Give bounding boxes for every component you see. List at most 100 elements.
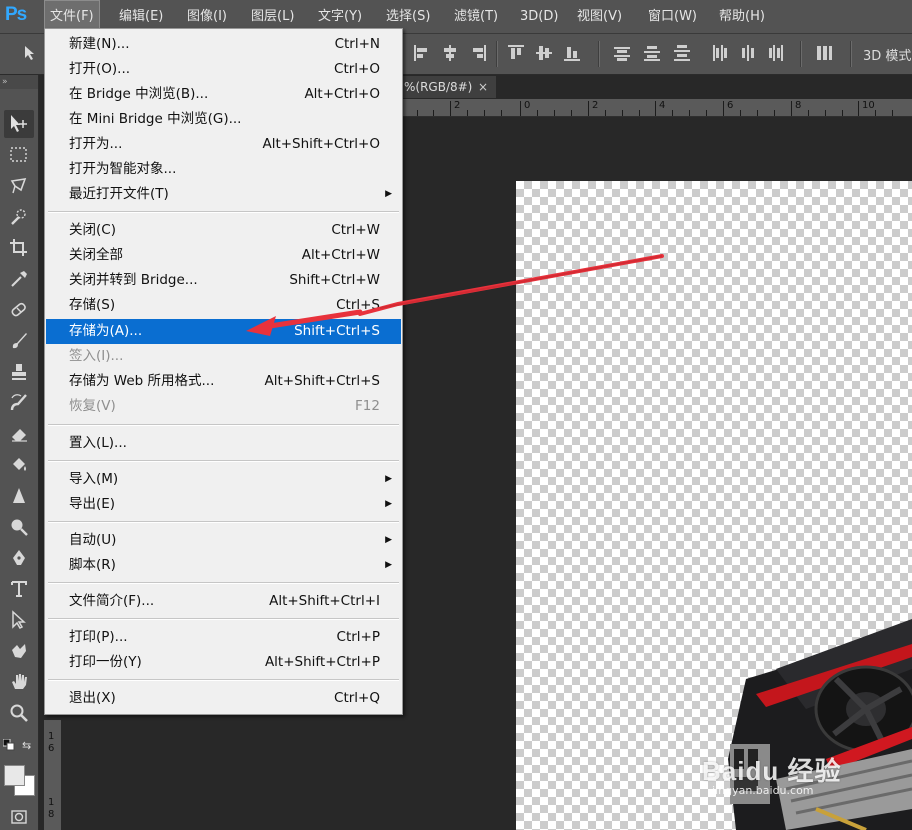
submenu-arrow-icon: ▶	[385, 535, 392, 545]
menu-separator	[48, 618, 399, 620]
quick-mask-icon[interactable]	[4, 805, 34, 827]
horizontal-ruler: 2 0 2 4 6 8 10	[403, 99, 912, 117]
ruler-label: 1	[48, 731, 55, 742]
foreground-color-swatch[interactable]	[4, 765, 25, 786]
eyedropper-tool-icon[interactable]	[4, 265, 34, 293]
auto-align-layers-icon[interactable]	[816, 44, 832, 62]
paint-bucket-tool-icon[interactable]	[4, 451, 34, 479]
menu-item-open-recent[interactable]: 最近打开文件(T) ▶	[46, 182, 401, 207]
menu-item-check-in: 签入(I)...	[69, 348, 124, 364]
menu-separator	[48, 582, 399, 584]
baidu-watermark: Baidu 经验	[702, 756, 842, 786]
swap-colors-icon[interactable]: ⇆	[22, 739, 34, 752]
tools-panel: » ⇆	[0, 75, 39, 830]
menu-item-save-as[interactable]: 存储为(A)... Shift+Ctrl+S	[46, 319, 401, 344]
separator	[496, 41, 498, 67]
align-vertical-centers-icon[interactable]	[536, 44, 552, 62]
align-top-edges-icon[interactable]	[508, 44, 524, 62]
history-brush-tool-icon[interactable]	[4, 389, 34, 417]
ruler-label: 6	[727, 100, 734, 111]
distribute-bottom-icon[interactable]	[674, 44, 690, 62]
menu-item-save[interactable]: 存储(S) Ctrl+S	[46, 293, 401, 318]
align-bottom-edges-icon[interactable]	[564, 44, 580, 62]
hand-tool-icon[interactable]	[4, 668, 34, 696]
menu-item-close-all[interactable]: 关闭全部 Alt+Ctrl+W	[46, 243, 401, 268]
path-selection-tool-icon[interactable]	[4, 606, 34, 634]
brush-tool-icon[interactable]	[4, 327, 34, 355]
3d-mode-label: 3D 模式	[863, 49, 912, 64]
separator	[598, 41, 600, 67]
submenu-arrow-icon: ▶	[385, 474, 392, 484]
dodge-tool-icon[interactable]	[4, 513, 34, 541]
distribute-left-icon[interactable]	[712, 44, 728, 62]
submenu-arrow-icon: ▶	[385, 560, 392, 570]
ruler-label: 2	[454, 100, 461, 111]
menu-separator	[48, 521, 399, 523]
separator	[800, 41, 802, 67]
menu-item-place[interactable]: 置入(L)...	[46, 431, 401, 456]
menu-item-file-info[interactable]: 文件简介(F)... Alt+Shift+Ctrl+I	[46, 589, 401, 614]
baidu-watermark-url: jingyan.baidu.com	[712, 784, 814, 797]
zoom-tool-icon[interactable]	[4, 699, 34, 727]
menu-item-open-as[interactable]: 打开为... Alt+Shift+Ctrl+O	[46, 132, 401, 157]
healing-brush-tool-icon[interactable]	[4, 296, 34, 324]
menu-item-open-as-smart-object[interactable]: 打开为智能对象...	[46, 157, 401, 182]
distribute-top-icon[interactable]	[614, 44, 630, 62]
menu-item-browse-in-bridge[interactable]: 在 Bridge 中浏览(B)... Alt+Ctrl+O	[46, 82, 401, 107]
crop-tool-icon[interactable]	[4, 234, 34, 262]
align-right-edges-icon[interactable]	[470, 44, 486, 62]
ruler-label: 0	[524, 100, 531, 111]
menu-item-print-one-copy[interactable]: 打印一份(Y) Alt+Shift+Ctrl+P	[46, 650, 401, 675]
distribute-horizontal-centers-icon[interactable]	[740, 44, 756, 62]
menu-item-new[interactable]: 新建(N)... Ctrl+N	[46, 32, 401, 57]
menu-item-save-for-web[interactable]: 存储为 Web 所用格式... Alt+Shift+Ctrl+S	[46, 369, 401, 394]
menu-3d[interactable]: 3D(D)	[515, 0, 563, 33]
custom-shape-tool-icon[interactable]	[4, 637, 34, 665]
menu-item-open[interactable]: 打开(O)... Ctrl+O	[46, 57, 401, 82]
menu-view[interactable]: 视图(V)	[572, 0, 627, 33]
quick-selection-tool-icon[interactable]	[4, 203, 34, 231]
distribute-right-icon[interactable]	[768, 44, 784, 62]
menu-separator	[48, 679, 399, 681]
distribute-vertical-centers-icon[interactable]	[644, 44, 660, 62]
menu-item-scripts[interactable]: 脚本(R) ▶	[46, 553, 401, 578]
document-tab-title: %(RGB/8#)	[404, 80, 473, 94]
menu-item-import[interactable]: 导入(M) ▶	[46, 467, 401, 492]
panel-collapse-grip[interactable]: »	[0, 75, 38, 89]
marquee-tool-icon[interactable]	[4, 141, 34, 169]
eraser-tool-icon[interactable]	[4, 420, 34, 448]
file-menu-dropdown: 新建(N)... Ctrl+N 打开(O)... Ctrl+O 在 Bridge 中…	[44, 28, 403, 715]
align-left-edges-icon[interactable]	[414, 44, 430, 62]
submenu-arrow-icon: ▶	[385, 499, 392, 509]
menu-window[interactable]: 窗口(W)	[643, 0, 702, 33]
menu-item-browse-in-mini-bridge[interactable]: 在 Mini Bridge 中浏览(G)...	[46, 107, 401, 132]
move-tool-icon[interactable]	[4, 110, 34, 138]
ruler-label: 1	[48, 797, 55, 808]
separator	[850, 41, 852, 67]
menu-separator	[48, 211, 399, 213]
default-colors-icon[interactable]	[2, 738, 15, 751]
menu-item-exit[interactable]: 退出(X) Ctrl+Q	[46, 686, 401, 711]
menu-help[interactable]: 帮助(H)	[714, 0, 770, 33]
menu-filter[interactable]: 滤镜(T)	[449, 0, 503, 33]
move-tool-preset-icon[interactable]	[22, 44, 38, 62]
lasso-tool-icon[interactable]	[4, 172, 34, 200]
align-horizontal-centers-icon[interactable]	[442, 44, 458, 62]
menu-item-print[interactable]: 打印(P)... Ctrl+P	[46, 625, 401, 650]
color-swatches[interactable]	[4, 765, 35, 796]
clone-stamp-tool-icon[interactable]	[4, 358, 34, 386]
pen-tool-icon[interactable]	[4, 544, 34, 572]
vertical-ruler: 1 6 1 8	[44, 720, 61, 830]
menu-separator	[48, 424, 399, 426]
close-document-icon[interactable]: ×	[478, 76, 488, 98]
menu-item-automate[interactable]: 自动(U) ▶	[46, 528, 401, 553]
menu-item-close-and-go-to-bridge[interactable]: 关闭并转到 Bridge... Shift+Ctrl+W	[46, 268, 401, 293]
photoshop-logo: Ps	[5, 4, 27, 25]
sharpen-tool-icon[interactable]	[4, 482, 34, 510]
document-canvas[interactable]: Baidu 经验 jingyan.baidu.com	[516, 181, 912, 830]
type-tool-icon[interactable]	[4, 575, 34, 603]
document-tab[interactable]: %(RGB/8#) ×	[400, 76, 496, 98]
menu-item-close[interactable]: 关闭(C) Ctrl+W	[46, 218, 401, 243]
menu-item-export[interactable]: 导出(E) ▶	[46, 492, 401, 517]
submenu-arrow-icon: ▶	[385, 189, 392, 199]
